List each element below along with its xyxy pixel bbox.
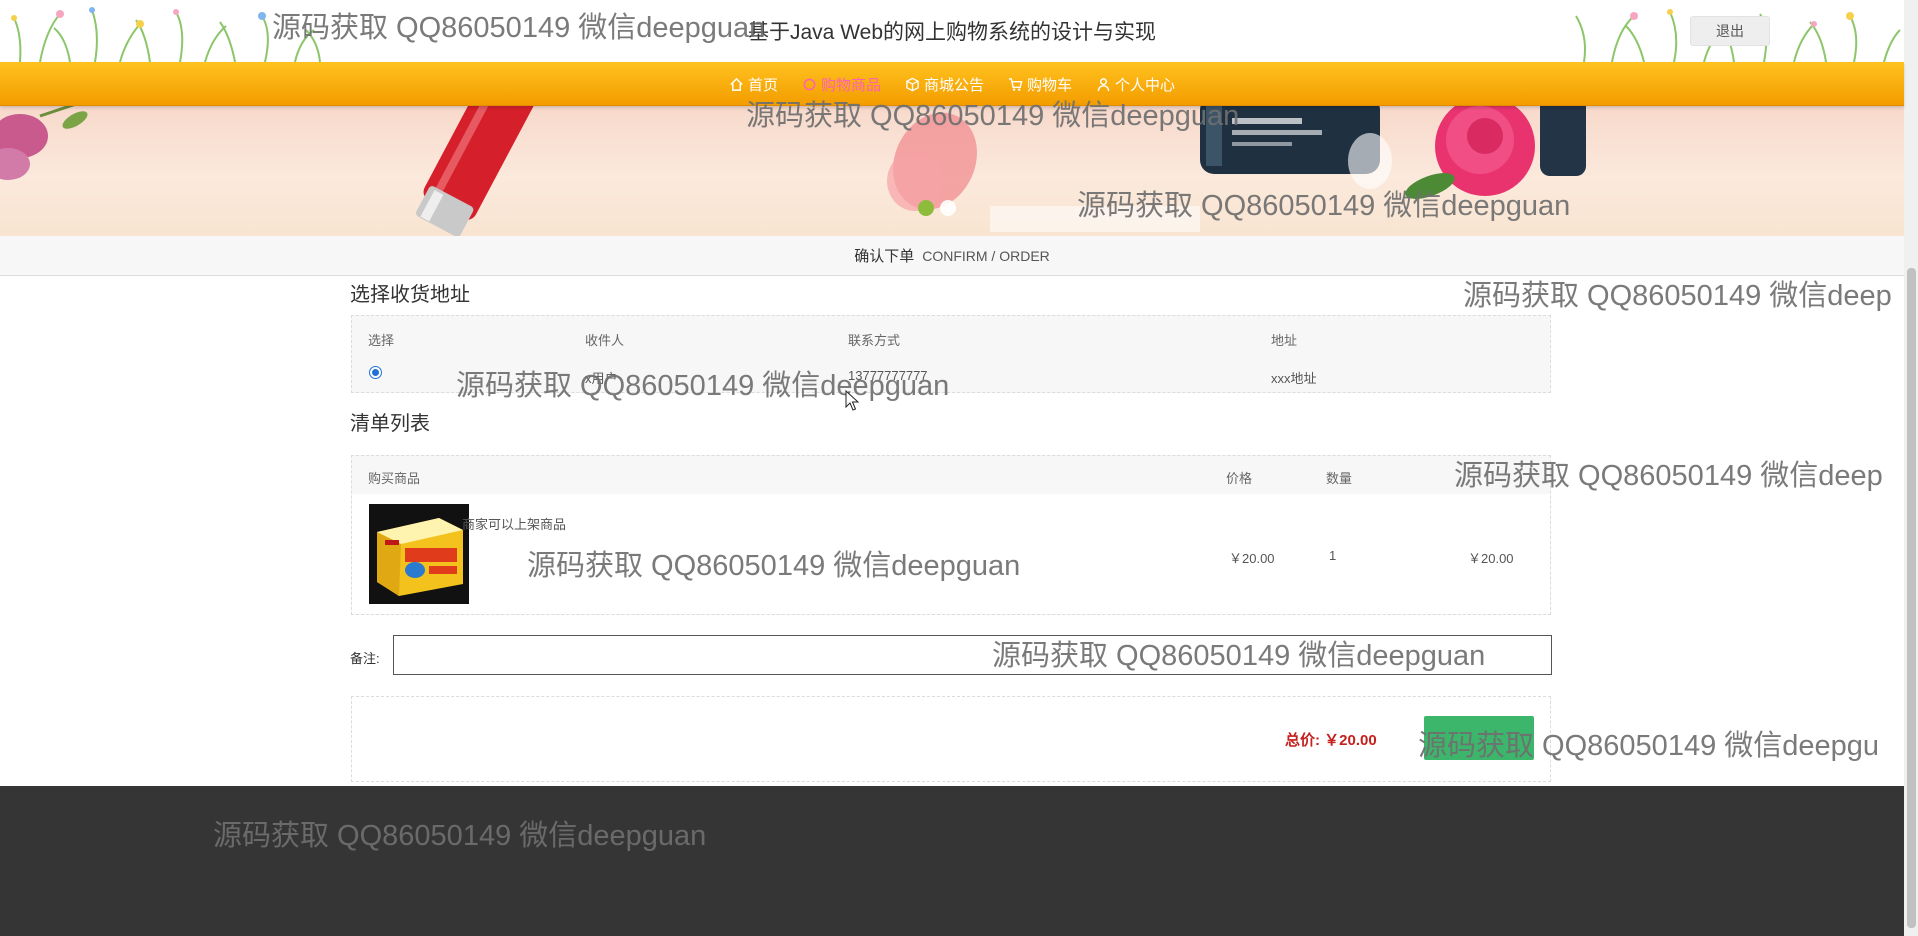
order-header-price: 价格: [1226, 471, 1253, 486]
banner-pagination: [918, 200, 956, 216]
address-header-recipient: 收件人: [585, 333, 625, 348]
order-header-quantity: 数量: [1326, 471, 1353, 486]
watermark-text: 源码获取 QQ86050149 微信deepguan: [1077, 190, 1571, 222]
order-list-table: 购买商品 价格 数量 商家可以上架商品 ￥20.00 1 ￥20.00: [351, 455, 1551, 615]
home-icon: [730, 77, 743, 91]
cube-icon: [906, 77, 919, 91]
circle-icon: [803, 78, 816, 90]
order-total: 总价: ￥20.00: [1285, 732, 1377, 749]
page-footer: [0, 786, 1904, 936]
scrollbar-thumb[interactable]: [1907, 268, 1916, 928]
medicine-box-icon: [369, 504, 469, 604]
watermark-text: 源码获取 QQ86050149 微信deep: [1454, 460, 1883, 492]
product-image[interactable]: [369, 504, 469, 604]
mouse-cursor-icon: [845, 390, 859, 411]
watermark-text: 源码获取 QQ86050149 微信deepguan: [992, 640, 1486, 672]
remark-label: 备注:: [350, 651, 380, 666]
address-header-phone: 联系方式: [848, 333, 901, 348]
product-subtotal: ￥20.00: [1468, 551, 1514, 566]
address-select-radio[interactable]: [369, 366, 382, 379]
banner-dot-1[interactable]: [918, 200, 934, 216]
cart-icon: [1008, 77, 1023, 91]
page-heading: 确认下单 CONFIRM / ORDER: [0, 236, 1904, 276]
page-subtitle: CONFIRM / ORDER: [922, 248, 1050, 264]
address-header-select: 选择: [368, 333, 395, 348]
address-header-address: 地址: [1271, 333, 1298, 348]
user-icon: [1097, 77, 1110, 91]
watermark-text: 源码获取 QQ86050149 微信deepguan: [746, 100, 1240, 132]
banner-dot-2[interactable]: [940, 200, 956, 216]
order-header-product: 购买商品: [368, 471, 421, 486]
product-price: ￥20.00: [1229, 551, 1275, 566]
watermark-text: 源码获取 QQ86050149 微信deep: [1463, 280, 1892, 312]
watermark-text: 源码获取 QQ86050149 微信deepguan: [527, 550, 1021, 582]
page-scrollbar[interactable]: [1904, 0, 1918, 936]
watermark-text: 源码获取 QQ86050149 微信deepguan: [272, 12, 766, 44]
address-text: xxx地址: [1271, 371, 1317, 386]
order-summary: 总价: ￥20.00: [351, 696, 1551, 782]
product-name: 商家可以上架商品: [462, 517, 567, 532]
logout-button[interactable]: 退出: [1690, 16, 1770, 46]
address-section-title: 选择收货地址: [350, 284, 470, 306]
watermark-text: 源码获取 QQ86050149 微信deepguan: [456, 370, 950, 402]
order-list-header: 购买商品 价格 数量: [352, 456, 1550, 494]
watermark-text: 源码获取 QQ86050149 微信deepgu: [1418, 730, 1880, 762]
product-quantity: 1: [1329, 548, 1337, 563]
page-title: 确认下单: [854, 248, 915, 265]
order-list-title: 清单列表: [350, 413, 430, 435]
watermark-text: 源码获取 QQ86050149 微信deepguan: [213, 820, 707, 852]
